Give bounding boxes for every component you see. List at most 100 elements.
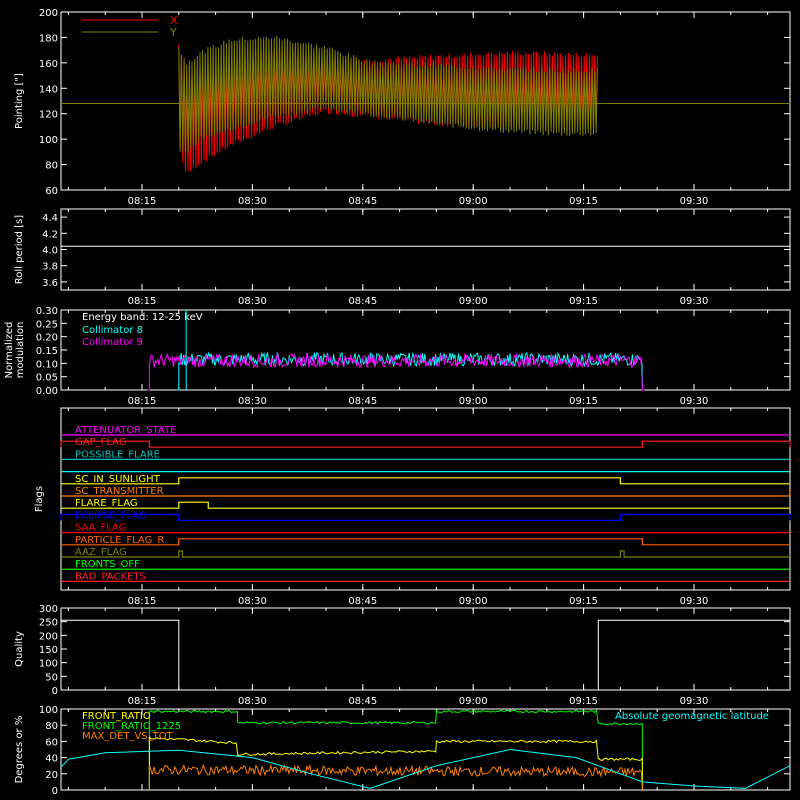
flags-time-label: 08:30 [238,596,267,607]
flag-label: FRONTS_OFF [75,559,140,570]
quality-y-tick-label: 50 [45,672,58,683]
ratios-y-tick-label: 100 [39,705,58,716]
pointing-y-tick-label: 80 [45,161,58,172]
flags-time-label: 08:45 [348,596,377,607]
pointing-y-tick-label: 100 [39,135,58,146]
modulation-energy-band: Energy band: 12-25 keV [82,312,203,323]
flag-label: SC_TRANSMITTER [75,486,164,497]
modulation-y-tick-label: 0.20 [36,333,58,344]
flag-label: PARTICLE_FLAG_R [75,535,164,546]
roll-frame [60,208,791,291]
quality-y-tick-label: 150 [39,645,58,656]
pointing-time-label: 08:15 [128,196,157,207]
flag-label: SAA_FLAG [75,523,126,534]
flags-time-label: 08:15 [128,596,157,607]
pointing-y-tick-label: 160 [39,59,58,70]
roll-y-tick-label: 3.8 [42,262,58,273]
flag-label: POSSIBLE_FLARE [75,449,160,460]
modulation-y-tick-label: 0.05 [36,373,58,384]
modulation-y-tick-label: 0.10 [36,359,58,370]
pointing-time-label: 09:30 [680,196,709,207]
modulation-time-label: 09:30 [680,396,709,407]
modulation-y-tick-label: 0.00 [36,386,58,397]
flags-time-label: 09:00 [459,596,488,607]
ratios-y-tick-label: 80 [45,721,58,732]
quality-time-label: 08:15 [128,696,157,707]
quality-y-tick-label: 100 [39,659,58,670]
flag-label: ECLIPSE_FLAG [75,510,146,521]
pointing-time-label: 09:15 [569,196,598,207]
roll-y-tick-label: 4.0 [42,246,58,257]
modulation-legend-label: Collimator 9 [82,337,143,348]
quality-y-tick-label: 200 [39,631,58,642]
flag-line-sc-in-sunlight [61,477,790,485]
roll-time-label: 08:30 [238,296,267,307]
roll-time-label: 09:00 [459,296,488,307]
pointing-y-tick-label: 120 [39,110,58,121]
flag-line-aaz-flag [61,550,790,558]
quality-line [61,619,790,691]
pointing-y-tick-label: 140 [39,84,58,95]
flag-label: FLARE_FLAG [75,498,138,509]
ratios-series-2 [148,763,643,791]
quality-time-label: 09:00 [459,696,488,707]
quality-y-tick-label: 0 [52,686,58,697]
quality-y-axis-label: Quality [14,631,25,667]
modulation-legend-label: Collimator 8 [82,325,143,336]
flag-label: SC_IN_SUNLIGHT [75,474,161,485]
roll-y-axis-label: Roll period [s] [14,215,25,284]
ratios-y-tick-label: 60 [45,737,58,748]
modulation-y-tick-label: 0.15 [36,346,58,357]
quality-time-label: 09:30 [680,696,709,707]
pointing-y-tick-label: 200 [39,8,58,19]
quality-y-tick-label: 250 [39,618,58,629]
quality-time-label: 09:15 [569,696,598,707]
modulation-series-1 [176,351,645,391]
ratios-legend-label: MAX_DET_VS_TOT [82,731,174,742]
modulation-time-label: 08:15 [128,396,157,407]
flag-label: AAZ_FLAG [75,547,127,558]
flag-line-sc-transmitter [61,489,791,497]
ratios-latitude-label: Absolute geomagnetic latitude [615,711,769,722]
flag-label: GAP_FLAG [75,437,127,448]
flag-line-particle-flag-r [61,538,790,546]
flags-time-label: 09:15 [569,596,598,607]
modulation-time-label: 08:45 [348,396,377,407]
roll-y-tick-label: 4.2 [42,229,58,240]
modulation-y-tick-label: 0.25 [36,319,58,330]
quality-time-label: 08:30 [238,696,267,707]
pointing-y-tick-label: 60 [45,186,58,197]
modulation-y-axis-label: Normalized [4,322,15,379]
ratios-series-0 [148,709,643,791]
modulation-time-label: 09:00 [459,396,488,407]
roll-y-tick-label: 4.4 [42,213,58,224]
roll-y-tick-label: 3.6 [42,278,58,289]
pointing-time-label: 08:30 [238,196,267,207]
ratios-y-tick-label: 20 [45,770,58,781]
quality-time-label: 08:45 [348,696,377,707]
pointing-time-label: 08:45 [348,196,377,207]
roll-time-label: 08:45 [348,296,377,307]
flag-label: BAD_PACKETS [75,571,146,582]
pointing-legend-label: Y [169,26,177,39]
hessi-summary-plots: 08:15 08:30 08:45 09:00 09:15 09:30 60 80 100 120… [4,8,791,797]
flag-label: ATTENUATOR_STATE [75,425,176,436]
flags-time-label: 09:30 [680,596,709,607]
modulation-y-axis-label: modulation [15,322,26,379]
ratios-series-1 [148,735,643,791]
pointing-y-tick-label: 180 [39,33,58,44]
roll-time-label: 08:15 [128,296,157,307]
pointing-y-axis-label: Pointing ["] [14,73,25,129]
quality-y-tick-label: 300 [39,604,58,615]
roll-time-label: 09:15 [569,296,598,307]
modulation-time-label: 09:15 [569,396,598,407]
modulation-time-label: 08:30 [238,396,267,407]
flag-line-gap-flag [60,440,791,448]
ratios-y-tick-label: 0 [52,786,58,797]
ratios-y-tick-label: 40 [45,754,58,765]
roll-time-label: 09:30 [680,296,709,307]
ratios-y-axis-label: Degrees or % [14,716,25,784]
flag-line-eclipse-flag [60,513,791,521]
pointing-time-label: 09:00 [459,196,488,207]
flag-line-flare-flag [61,501,790,509]
